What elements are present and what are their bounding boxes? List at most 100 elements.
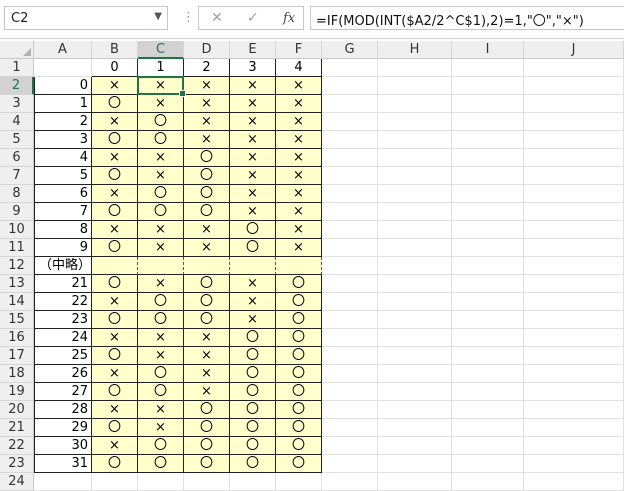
header-cell[interactable]: 1 [138,59,184,77]
cell-empty[interactable] [452,221,524,239]
cell-empty[interactable] [452,419,524,437]
cross-cell[interactable]: × [92,185,138,203]
cross-cell[interactable]: × [230,77,276,95]
circle-cell[interactable]: 〇 [276,329,322,347]
cell-empty[interactable] [524,473,624,491]
circle-cell[interactable]: 〇 [92,383,138,401]
cross-cell[interactable]: × [230,203,276,221]
cross-cell[interactable]: × [92,293,138,311]
cross-cell[interactable]: × [92,365,138,383]
cell-empty[interactable] [378,77,452,95]
cross-cell[interactable]: × [138,275,184,293]
cell-empty[interactable] [378,437,452,455]
cell-empty[interactable] [524,131,624,149]
cross-cell[interactable]: × [276,149,322,167]
circle-cell[interactable]: 〇 [184,185,230,203]
gap-cell[interactable] [92,257,138,275]
number-cell[interactable]: 1 [34,95,92,113]
cell-empty[interactable] [322,185,378,203]
cell-empty[interactable] [452,383,524,401]
formula-input[interactable]: =IF(MOD(INT($A2/2^C$1),2)=1,"〇","×") [310,6,624,30]
circle-cell[interactable]: 〇 [92,131,138,149]
cell-empty[interactable] [378,113,452,131]
cell-empty[interactable] [378,347,452,365]
circle-cell[interactable]: 〇 [92,203,138,221]
column-header-g[interactable]: G [322,41,378,59]
cross-cell[interactable]: × [230,131,276,149]
circle-cell[interactable]: 〇 [276,275,322,293]
cell-empty[interactable] [322,77,378,95]
cell-empty[interactable] [378,257,452,275]
cell-empty[interactable] [452,347,524,365]
cell-empty[interactable] [322,455,378,473]
circle-cell[interactable]: 〇 [184,293,230,311]
row-header-22[interactable]: 22 [0,437,34,455]
cross-cell[interactable]: × [276,95,322,113]
cell-empty[interactable] [524,419,624,437]
gap-cell[interactable] [138,257,184,275]
cell-empty[interactable] [524,365,624,383]
row-header-14[interactable]: 14 [0,293,34,311]
cross-cell[interactable]: × [138,329,184,347]
number-cell[interactable]: 23 [34,311,92,329]
circle-cell[interactable]: 〇 [138,113,184,131]
cell-empty[interactable] [34,473,92,491]
cell-empty[interactable] [322,329,378,347]
column-header-c[interactable]: C [138,41,184,59]
cross-cell[interactable]: × [138,347,184,365]
number-cell[interactable]: 4 [34,149,92,167]
cell-empty[interactable] [322,221,378,239]
column-header-b[interactable]: B [92,41,138,59]
cell-empty[interactable] [34,59,92,77]
cell-empty[interactable] [524,257,624,275]
number-cell[interactable]: 28 [34,401,92,419]
cell-empty[interactable] [452,437,524,455]
circle-cell[interactable]: 〇 [276,311,322,329]
cell-empty[interactable] [524,401,624,419]
cell-empty[interactable] [378,239,452,257]
row-header-18[interactable]: 18 [0,365,34,383]
cell-empty[interactable] [452,455,524,473]
cross-cell[interactable]: × [230,275,276,293]
circle-cell[interactable]: 〇 [184,167,230,185]
number-cell[interactable]: 3 [34,131,92,149]
cross-cell[interactable]: × [184,113,230,131]
cell-empty[interactable] [524,329,624,347]
cell-empty[interactable] [378,221,452,239]
cell-empty[interactable] [524,347,624,365]
cross-cell[interactable]: × [92,149,138,167]
cell-empty[interactable] [452,131,524,149]
cell-empty[interactable] [322,275,378,293]
cross-cell[interactable]: × [184,383,230,401]
row-header-16[interactable]: 16 [0,329,34,347]
row-header-23[interactable]: 23 [0,455,34,473]
cell-empty[interactable] [322,419,378,437]
cell-empty[interactable] [322,347,378,365]
cross-cell[interactable]: × [230,113,276,131]
circle-cell[interactable]: 〇 [138,383,184,401]
cross-cell[interactable]: × [184,365,230,383]
cross-cell[interactable]: × [138,221,184,239]
cell-empty[interactable] [322,401,378,419]
cross-cell[interactable]: × [184,239,230,257]
cell-empty[interactable] [322,437,378,455]
circle-cell[interactable]: 〇 [92,275,138,293]
column-header-a[interactable]: A [34,41,92,59]
cell-empty[interactable] [322,293,378,311]
cross-cell[interactable]: × [138,167,184,185]
cross-cell[interactable]: × [92,401,138,419]
cell-empty[interactable] [524,113,624,131]
cell-empty[interactable] [322,203,378,221]
circle-cell[interactable]: 〇 [276,347,322,365]
circle-cell[interactable]: 〇 [138,203,184,221]
cell-empty[interactable] [452,167,524,185]
circle-cell[interactable]: 〇 [276,383,322,401]
circle-cell[interactable]: 〇 [184,437,230,455]
cross-cell[interactable]: × [138,401,184,419]
circle-cell[interactable]: 〇 [184,419,230,437]
row-header-20[interactable]: 20 [0,401,34,419]
cell-empty[interactable] [378,383,452,401]
cell-empty[interactable] [524,437,624,455]
column-header-f[interactable]: F [276,41,322,59]
cell-empty[interactable] [378,149,452,167]
